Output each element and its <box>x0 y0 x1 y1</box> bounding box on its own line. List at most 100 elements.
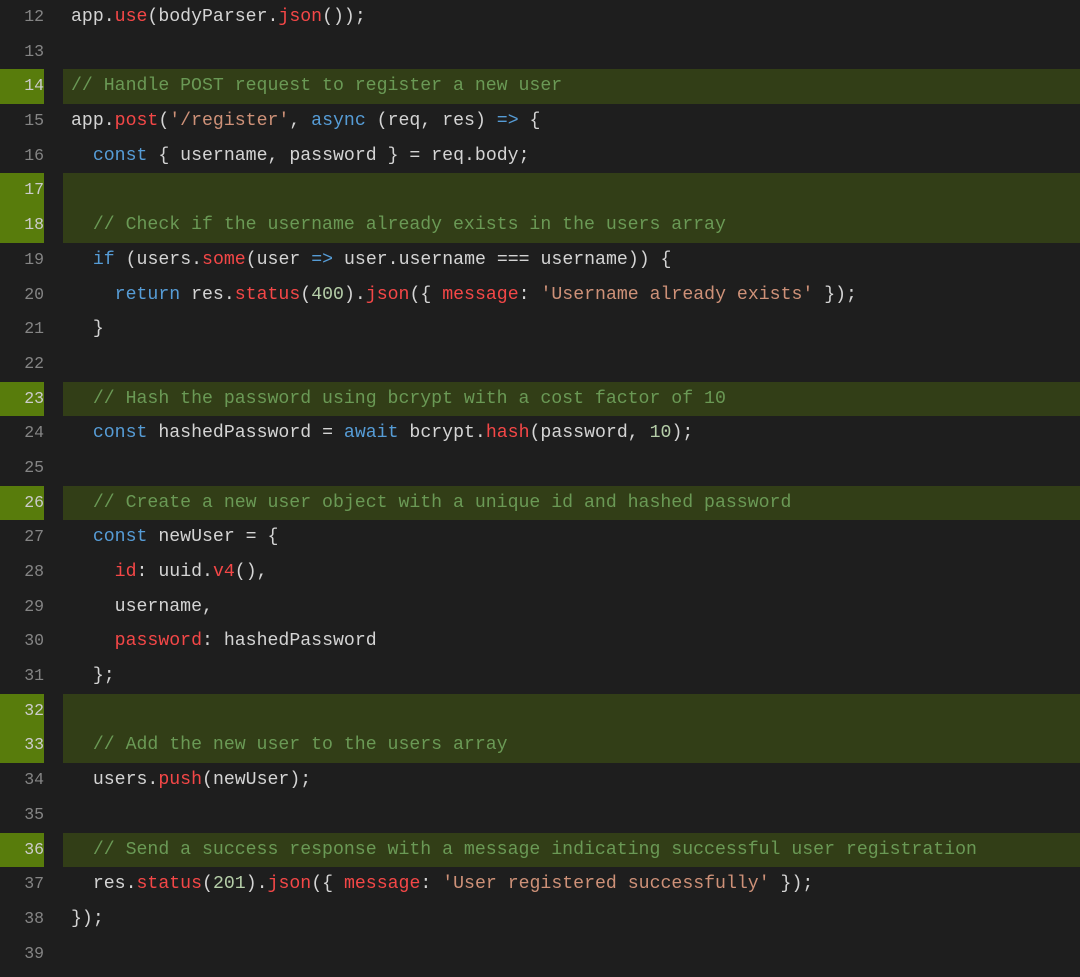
code-line[interactable] <box>63 35 1080 70</box>
code-token: ) <box>475 111 497 131</box>
code-token: app <box>71 111 104 131</box>
code-token: . <box>202 562 213 582</box>
code-line[interactable]: // Send a success response with a messag… <box>63 833 1080 868</box>
line-number: 34 <box>0 763 44 798</box>
code-line[interactable]: return res.status(400).json({ message: '… <box>63 278 1080 313</box>
line-number: 36 <box>0 833 44 868</box>
code-token: // Send a success response with a messag… <box>93 840 977 860</box>
code-line[interactable] <box>63 173 1080 208</box>
line-number-gutter: 1213141516171819202122232425262728293031… <box>0 0 63 977</box>
code-token: ( <box>115 250 137 270</box>
code-token <box>398 423 409 443</box>
code-line[interactable] <box>63 937 1080 972</box>
code-token: some <box>202 250 246 270</box>
code-token: use <box>115 7 148 27</box>
code-line[interactable]: // Check if the username already exists … <box>63 208 1080 243</box>
code-token: message <box>442 285 518 305</box>
code-token: , <box>420 111 442 131</box>
code-token <box>71 285 115 305</box>
code-token: res <box>93 874 126 894</box>
line-number: 38 <box>0 902 44 937</box>
code-area[interactable]: app.use(bodyParser.json()); // Handle POS… <box>63 0 1080 977</box>
code-token: // Hash the password using bcrypt with a… <box>93 389 726 409</box>
code-line[interactable] <box>63 694 1080 729</box>
code-token: ). <box>344 285 366 305</box>
code-line[interactable]: // Hash the password using bcrypt with a… <box>63 382 1080 417</box>
line-number: 16 <box>0 139 44 174</box>
code-token: 10 <box>650 423 672 443</box>
code-token: : <box>202 631 224 651</box>
code-token: }); <box>770 874 814 894</box>
code-line[interactable]: const newUser = { <box>63 520 1080 555</box>
code-token: const <box>93 423 148 443</box>
code-token: )) { <box>628 250 672 270</box>
code-token: . <box>147 770 158 790</box>
code-token: username <box>540 250 627 270</box>
line-number: 28 <box>0 555 44 590</box>
line-number: 24 <box>0 416 44 451</box>
code-token: password <box>540 423 627 443</box>
line-number: 18 <box>0 208 44 243</box>
code-token: await <box>344 423 399 443</box>
code-line[interactable]: }; <box>63 659 1080 694</box>
line-number: 13 <box>0 35 44 70</box>
code-token: , <box>202 597 213 617</box>
code-token: // Create a new user object with a uniqu… <box>93 493 792 513</box>
code-line[interactable]: // Create a new user object with a uniqu… <box>63 486 1080 521</box>
code-token: res <box>442 111 475 131</box>
code-editor[interactable]: 1213141516171819202122232425262728293031… <box>0 0 1080 977</box>
code-line[interactable]: } <box>63 312 1080 347</box>
line-number: 31 <box>0 659 44 694</box>
code-line[interactable]: users.push(newUser); <box>63 763 1080 798</box>
code-token: }); <box>71 909 104 929</box>
code-line[interactable] <box>63 798 1080 833</box>
code-token: req <box>431 146 464 166</box>
code-line[interactable]: }); <box>63 902 1080 937</box>
code-line[interactable]: username, <box>63 590 1080 625</box>
code-token: req <box>388 111 421 131</box>
code-token: 400 <box>311 285 344 305</box>
code-line[interactable]: const hashedPassword = await bcrypt.hash… <box>63 416 1080 451</box>
line-number: 21 <box>0 312 44 347</box>
code-token <box>71 389 93 409</box>
code-token <box>71 562 115 582</box>
code-token: hash <box>486 423 530 443</box>
line-number: 22 <box>0 347 44 382</box>
code-line[interactable] <box>63 451 1080 486</box>
code-line[interactable]: id: uuid.v4(), <box>63 555 1080 590</box>
code-token: '/register' <box>169 111 289 131</box>
code-token <box>180 285 191 305</box>
code-token: ; <box>519 146 530 166</box>
code-token: if <box>93 250 115 270</box>
code-token <box>147 423 158 443</box>
code-token: (), <box>235 562 268 582</box>
line-number: 17 <box>0 173 44 208</box>
code-token <box>71 631 115 651</box>
line-number: 29 <box>0 590 44 625</box>
code-token: // Handle POST request to register a new… <box>71 76 562 96</box>
code-line[interactable]: res.status(201).json({ message: 'User re… <box>63 867 1080 902</box>
code-line[interactable] <box>63 347 1080 382</box>
code-token: { <box>519 111 541 131</box>
code-line[interactable]: app.use(bodyParser.json()); <box>63 0 1080 35</box>
code-token: . <box>126 874 137 894</box>
code-token: const <box>93 146 148 166</box>
code-line[interactable]: if (users.some(user => user.username ===… <box>63 243 1080 278</box>
code-line[interactable]: app.post('/register', async (req, res) =… <box>63 104 1080 139</box>
code-line[interactable]: // Handle POST request to register a new… <box>63 69 1080 104</box>
code-token: username <box>399 250 486 270</box>
code-line[interactable]: password: hashedPassword <box>63 624 1080 659</box>
code-token: }; <box>71 666 115 686</box>
code-token: . <box>224 285 235 305</box>
code-token: ); <box>671 423 693 443</box>
code-line[interactable]: // Add the new user to the users array <box>63 728 1080 763</box>
code-token: password <box>115 631 202 651</box>
code-token: => <box>311 250 333 270</box>
code-token: ( <box>246 250 257 270</box>
code-token: users <box>137 250 192 270</box>
code-token: === <box>486 250 541 270</box>
code-token <box>71 735 93 755</box>
code-line[interactable]: const { username, password } = req.body; <box>63 139 1080 174</box>
code-token: ({ <box>409 285 442 305</box>
line-number: 33 <box>0 728 44 763</box>
